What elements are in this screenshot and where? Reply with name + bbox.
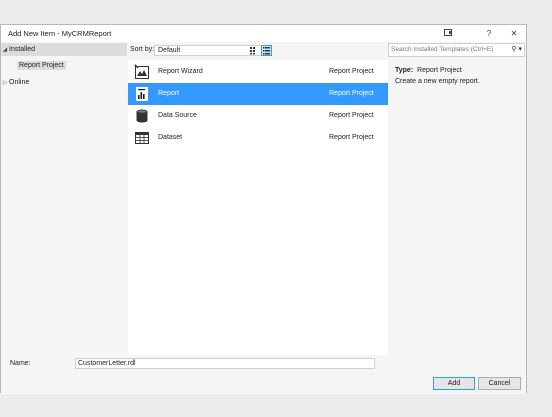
sort-toolbar: Sort by: Default ▼ (127, 42, 388, 59)
dialog-footer: Name: CustomerLetter.rdl Add Cancel (1, 355, 526, 394)
cancel-button[interactable]: Cancel (478, 377, 521, 390)
tree-item-report-project[interactable]: Report Project (1, 59, 127, 72)
template-name: Dataset (158, 134, 183, 141)
search-icon[interactable]: ⚲ ▾ (511, 44, 522, 56)
template-name: Data Source (158, 112, 197, 119)
template-item-report-wizard[interactable]: Report Wizard Report Project (128, 61, 388, 83)
template-list: Report Wizard Report Project Report Report … (128, 60, 388, 355)
list-view-icon[interactable] (261, 45, 272, 56)
template-item-report[interactable]: Report Report Project (128, 83, 388, 105)
add-button[interactable]: Add (433, 377, 475, 390)
collapse-arrow-icon[interactable]: ◢ (1, 44, 9, 57)
template-item-dataset[interactable]: Dataset Report Project (128, 127, 388, 149)
expand-arrow-icon[interactable]: ▷ (1, 77, 9, 90)
tree-item-installed-label: Installed (9, 46, 36, 53)
small-icons-view-icon[interactable] (248, 45, 259, 56)
name-label: Name: (10, 360, 31, 367)
template-category: Report Project (329, 112, 374, 119)
data-source-icon (134, 108, 150, 124)
name-input[interactable]: CustomerLetter.rdl (75, 358, 375, 369)
dataset-icon (134, 130, 150, 146)
template-name: Report Wizard (158, 68, 203, 75)
template-type: Type: Report Project (395, 67, 462, 74)
tree-item-installed[interactable]: ◢ Installed (1, 43, 127, 56)
report-wizard-icon (134, 64, 150, 80)
sort-by-label: Sort by: (130, 46, 155, 53)
add-new-item-dialog: Add New Item - MyCRMReport ? ✕ ◢ Installe… (0, 24, 527, 394)
type-label: Type: (395, 67, 414, 74)
tree-item-online-label: Online (9, 79, 30, 86)
template-category-tree: ◢ Installed Report Project ▷ Online (1, 42, 127, 355)
pin-window-icon[interactable] (441, 27, 455, 40)
search-placeholder: Search Installed Templates (Ctrl+E) (391, 46, 494, 53)
type-value: Report Project (417, 67, 462, 74)
template-category: Report Project (329, 134, 374, 141)
template-name: Report (158, 90, 180, 97)
template-area: Sort by: Default ▼ Report Wizard Report P… (127, 42, 388, 355)
title-bar: Add New Item - MyCRMReport ? ✕ (1, 25, 526, 42)
search-templates-input[interactable]: Search Installed Templates (Ctrl+E) ⚲ ▾ (388, 43, 525, 57)
details-panel: Search Installed Templates (Ctrl+E) ⚲ ▾ … (388, 42, 526, 355)
template-category: Report Project (329, 90, 374, 97)
dialog-body: ◢ Installed Report Project ▷ Online Sort b… (1, 42, 526, 394)
template-description: Create a new empty report. (395, 78, 480, 85)
close-button[interactable]: ✕ (507, 27, 521, 40)
template-category: Report Project (329, 68, 374, 75)
help-button[interactable]: ? (482, 27, 496, 40)
dialog-title: Add New Item - MyCRMReport (8, 29, 112, 38)
tree-item-report-project-label: Report Project (17, 61, 66, 70)
report-icon (134, 86, 150, 102)
sort-by-value: Default (158, 47, 181, 54)
tree-item-online[interactable]: ▷ Online (1, 76, 127, 89)
template-item-data-source[interactable]: Data Source Report Project (128, 105, 388, 127)
